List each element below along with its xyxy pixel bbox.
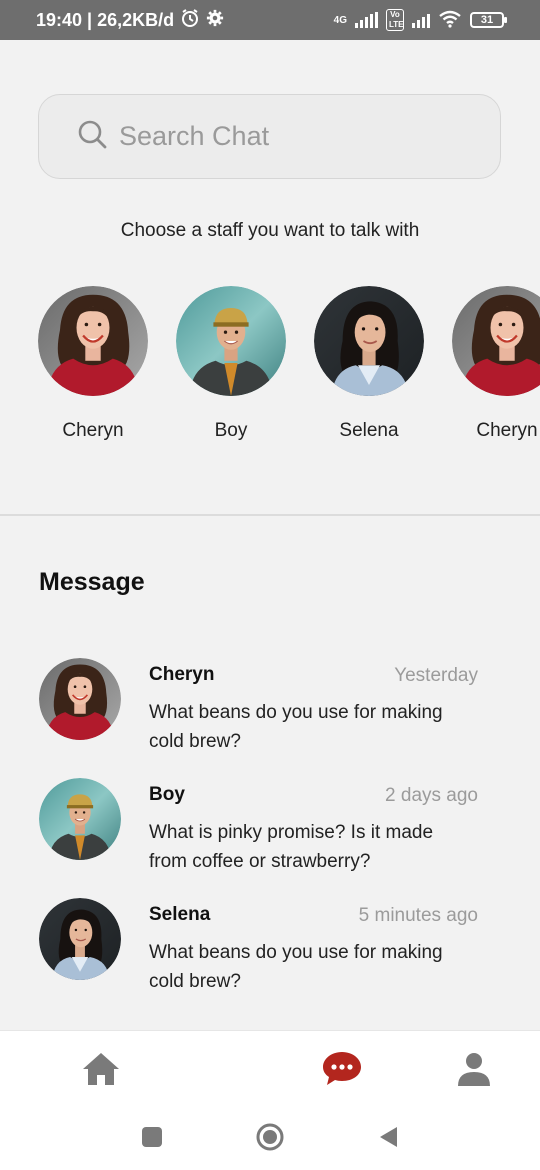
volte-icon: Vo LTE bbox=[386, 9, 404, 31]
avatar bbox=[452, 286, 540, 396]
status-bar: 19:40 | 26,2KB/d 4G Vo LTE 31 bbox=[0, 0, 540, 40]
staff-carousel[interactable]: Cheryn Boy Selena Cheryn bbox=[38, 286, 540, 456]
status-time: 19:40 | 26,2KB/d bbox=[36, 9, 175, 30]
staff-item[interactable]: Boy bbox=[176, 286, 286, 442]
avatar bbox=[314, 286, 424, 396]
avatar bbox=[38, 286, 148, 396]
message-sender: Boy bbox=[149, 784, 185, 805]
search-icon bbox=[77, 119, 107, 154]
battery-icon: 31 bbox=[470, 12, 507, 28]
home-icon[interactable] bbox=[79, 1049, 123, 1089]
staff-name: Cheryn bbox=[62, 420, 124, 441]
signal-icon-2 bbox=[412, 12, 430, 28]
message-time: 2 days ago bbox=[385, 785, 478, 806]
settings-gear-icon bbox=[206, 9, 224, 32]
messages-heading: Message bbox=[39, 568, 145, 596]
search-bar[interactable] bbox=[38, 94, 501, 179]
message-time: Yesterday bbox=[394, 665, 478, 686]
message-time: 5 minutes ago bbox=[358, 905, 478, 926]
staff-item[interactable]: Cheryn bbox=[452, 286, 540, 442]
wifi-icon bbox=[438, 10, 462, 31]
system-nav-bar bbox=[0, 1106, 540, 1170]
recents-icon[interactable] bbox=[137, 1122, 167, 1152]
avatar bbox=[176, 286, 286, 396]
chat-icon[interactable] bbox=[320, 1049, 364, 1089]
avatar bbox=[39, 778, 121, 860]
message-preview: What beans do you use for making cold br… bbox=[149, 942, 443, 992]
profile-icon[interactable] bbox=[452, 1049, 496, 1089]
message-item[interactable]: Boy 2 days ago What is pinky promise? Is… bbox=[0, 778, 540, 898]
staff-name: Selena bbox=[339, 420, 399, 441]
staff-name: Cheryn bbox=[476, 420, 538, 441]
message-preview: What beans do you use for making cold br… bbox=[149, 702, 443, 752]
alarm-icon bbox=[180, 8, 200, 33]
network-type-label: 4G bbox=[333, 14, 347, 26]
signal-icon bbox=[355, 12, 378, 28]
staff-item[interactable]: Selena bbox=[314, 286, 424, 442]
avatar bbox=[39, 658, 121, 740]
home-circle-icon[interactable] bbox=[255, 1122, 285, 1152]
section-divider bbox=[0, 514, 540, 516]
message-item[interactable]: Cheryn Yesterday What beans do you use f… bbox=[0, 658, 540, 778]
search-input[interactable] bbox=[119, 121, 479, 152]
staff-item[interactable]: Cheryn bbox=[38, 286, 148, 442]
choose-staff-label: Choose a staff you want to talk with bbox=[120, 220, 420, 241]
message-preview: What is pinky promise? Is it made from c… bbox=[149, 822, 434, 872]
message-sender: Cheryn bbox=[149, 664, 215, 685]
back-icon[interactable] bbox=[373, 1122, 403, 1152]
staff-name: Boy bbox=[214, 420, 248, 441]
avatar bbox=[39, 898, 121, 980]
message-sender: Selena bbox=[149, 904, 211, 925]
message-item[interactable]: Selena 5 minutes ago What beans do you u… bbox=[0, 898, 540, 1018]
bottom-nav bbox=[0, 1030, 540, 1106]
